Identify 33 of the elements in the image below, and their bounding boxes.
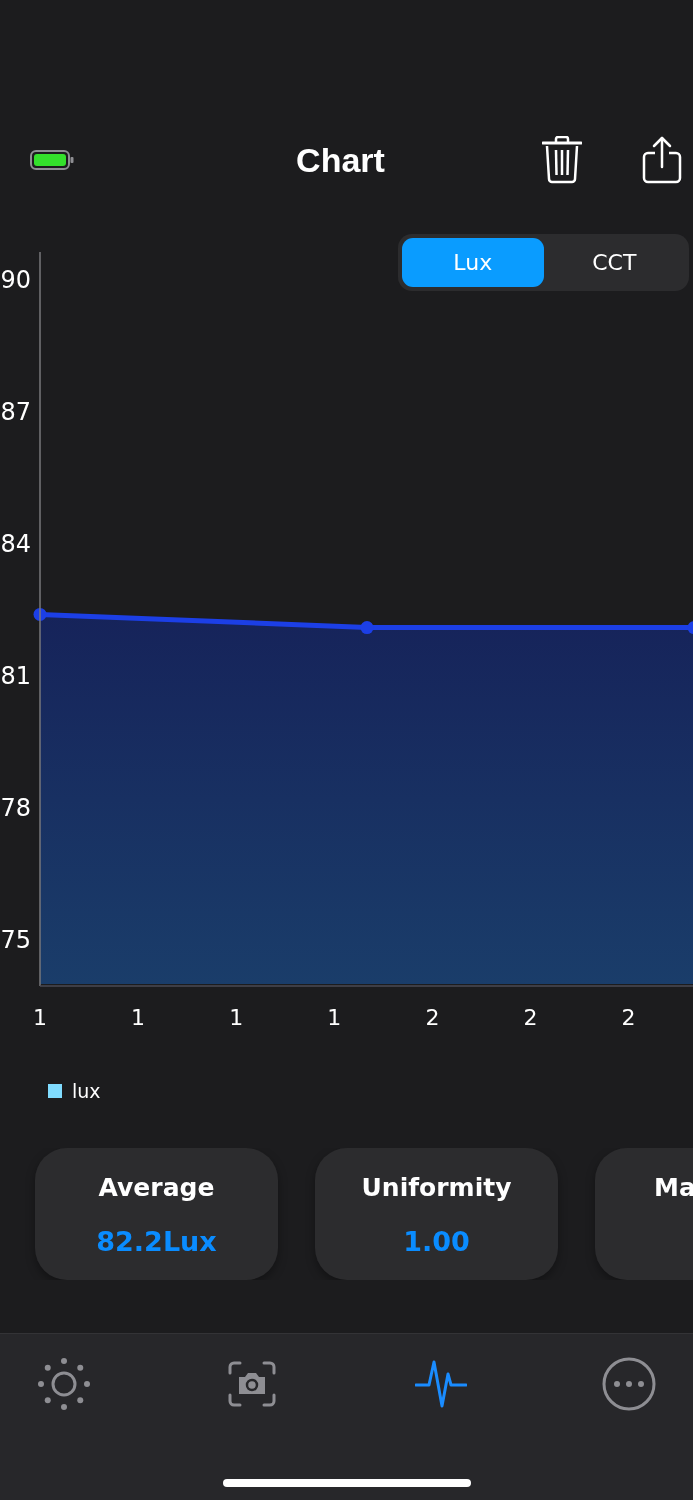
x-axis-label: 1 [229, 1004, 244, 1030]
data-point [33, 607, 47, 621]
y-axis-label: 84 [0, 530, 31, 558]
x-axis-label: 2 [523, 1004, 538, 1030]
stat-value: 1.00 [403, 1226, 470, 1258]
data-point [687, 621, 693, 635]
pulse-icon [414, 1359, 467, 1409]
delete-button[interactable] [540, 134, 584, 186]
share-button[interactable] [640, 134, 684, 186]
y-axis-label: 81 [0, 662, 31, 690]
x-axis-label: 1 [131, 1004, 146, 1030]
more-icon [602, 1357, 656, 1411]
x-axis-label: 2 [621, 1004, 636, 1030]
trash-icon [542, 136, 582, 184]
battery-icon [30, 150, 74, 170]
stat-label: Ma [654, 1172, 693, 1204]
segment-tab[interactable]: CCT [543, 238, 685, 287]
screen-title: Chart [296, 140, 385, 180]
stat-label: Uniformity [361, 1172, 512, 1204]
stat-value: 82.2Lux [96, 1226, 217, 1258]
x-axis-label: 1 [327, 1004, 342, 1030]
camera-scan-icon [228, 1361, 277, 1407]
share-icon [642, 136, 682, 184]
y-axis-label: 87 [0, 398, 31, 426]
y-axis-label: 90 [0, 266, 31, 294]
stat-label: Average [98, 1172, 215, 1204]
legend-label: lux [72, 1080, 101, 1102]
x-axis-label: 1 [33, 1004, 47, 1030]
y-axis-label: 78 [0, 794, 31, 822]
sun-icon [37, 1357, 91, 1411]
x-axis-label: 2 [425, 1004, 440, 1030]
data-point [360, 621, 374, 635]
y-axis-label: 75 [0, 926, 31, 954]
